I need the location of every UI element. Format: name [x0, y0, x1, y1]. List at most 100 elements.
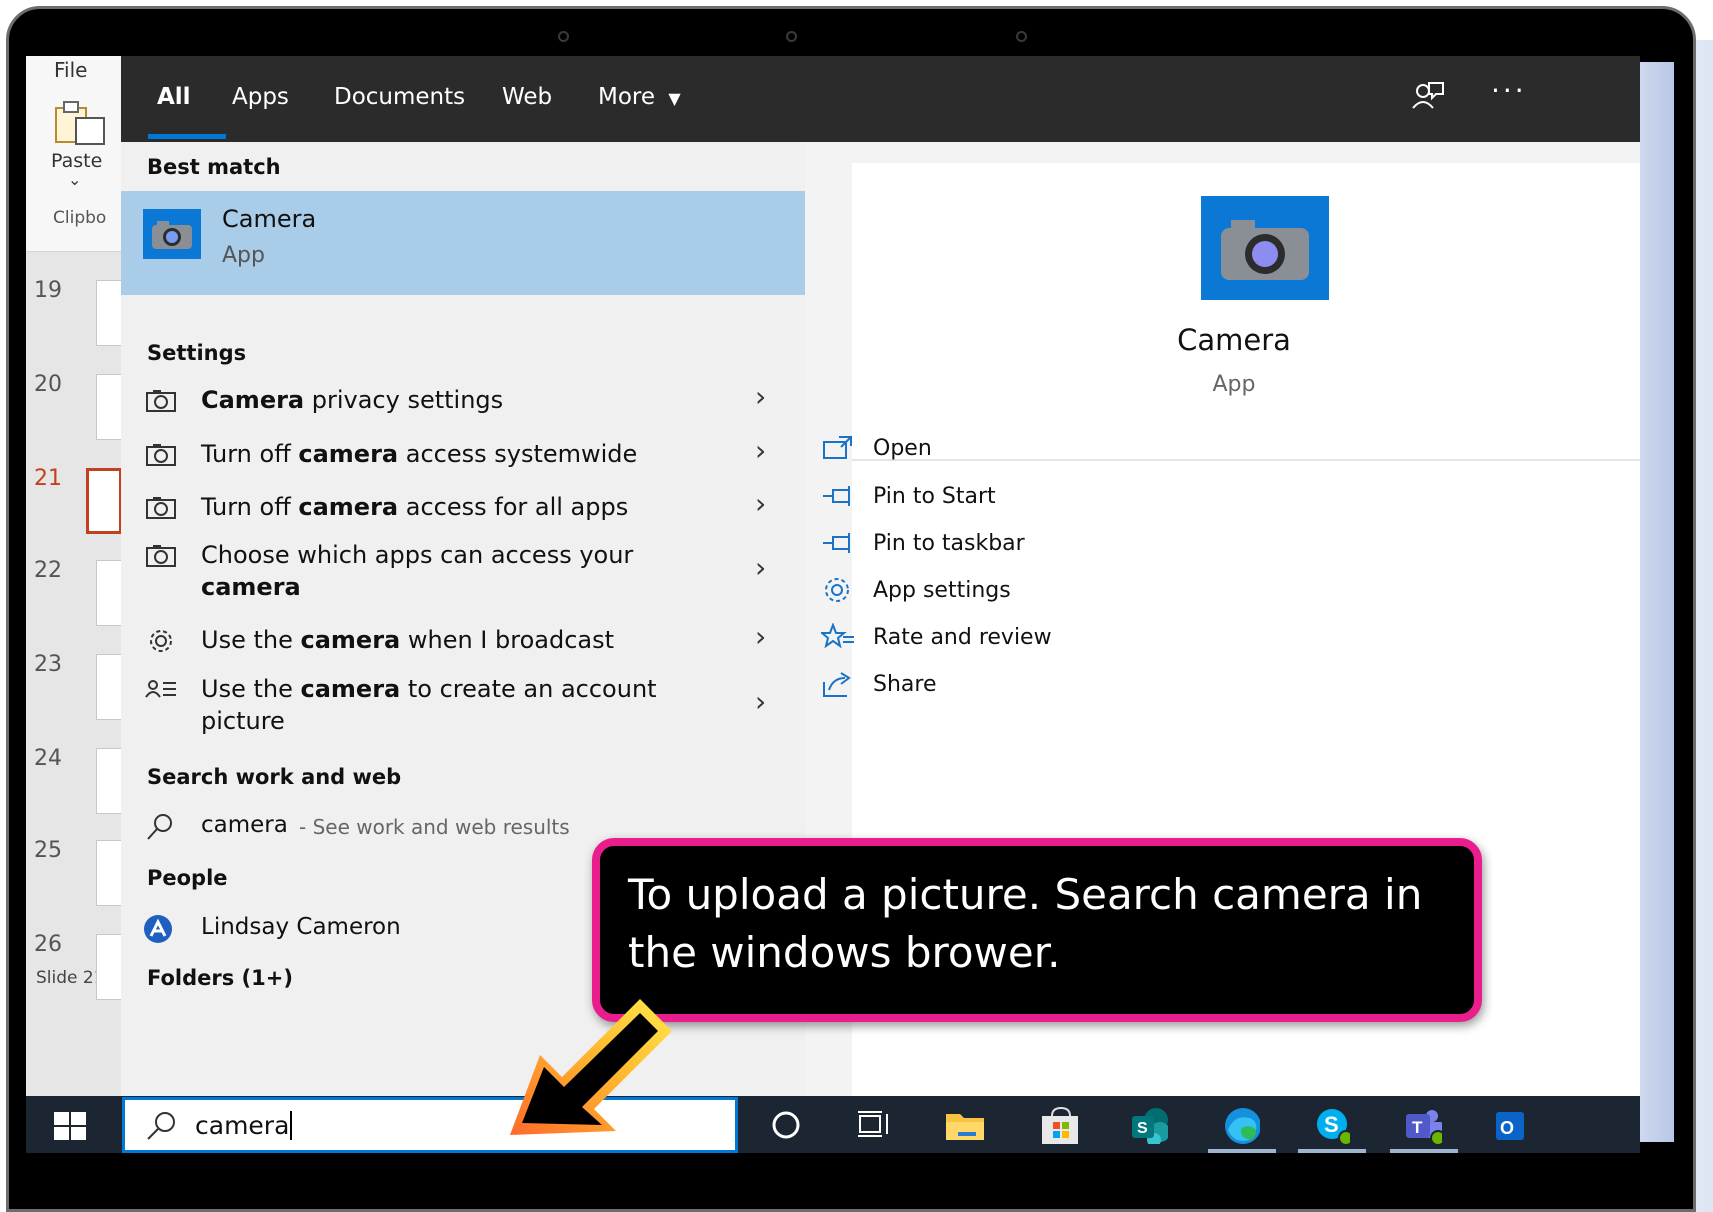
- detail-action-label: Share: [873, 672, 937, 697]
- search-web-heading: Search work and web: [147, 765, 402, 789]
- camera-dot-icon: [558, 31, 569, 42]
- edge-browser-icon[interactable]: [1220, 1106, 1260, 1144]
- camera-app-icon: [143, 209, 201, 259]
- settings-item[interactable]: Camera privacy settings ›: [121, 376, 805, 428]
- skype-icon[interactable]: S: [1310, 1106, 1350, 1144]
- settings-item[interactable]: Use the camera to create an account pict…: [121, 665, 805, 745]
- camera-outline-icon: [146, 444, 176, 466]
- more-options-icon[interactable]: ···: [1491, 74, 1527, 107]
- file-menu[interactable]: File: [54, 58, 87, 82]
- detail-action-item[interactable]: Rate and review: [821, 621, 1221, 661]
- best-match-title: Camera: [222, 205, 317, 233]
- label-part: access systemwide: [398, 440, 638, 468]
- camera-dot-icon: [786, 31, 797, 42]
- settings-item-label: Turn off camera access for all apps: [201, 491, 721, 523]
- people-heading: People: [147, 866, 228, 890]
- slide-status: Slide 21: [36, 968, 105, 988]
- chevron-right-icon: ›: [755, 434, 767, 467]
- tab-web[interactable]: Web: [502, 84, 552, 110]
- star-list-icon: [821, 623, 854, 649]
- slide-number: 22: [34, 558, 62, 583]
- label-part: Use the: [201, 626, 301, 654]
- search-tab-bar: All Apps Documents Web More ▼ ···: [121, 56, 1640, 142]
- label-part: Turn off: [201, 440, 299, 468]
- detail-action-label: Open: [873, 436, 932, 461]
- settings-item[interactable]: Use the camera when I broadcast ›: [121, 616, 805, 668]
- camera-dot-icon: [1016, 31, 1027, 42]
- detail-action-label: Pin to Start: [873, 484, 996, 509]
- tab-more[interactable]: More ▼: [598, 84, 681, 110]
- chevron-right-icon: ›: [755, 551, 767, 584]
- label-keyword: camera: [201, 573, 301, 601]
- settings-item-label: Camera privacy settings: [201, 384, 721, 416]
- paste-icon[interactable]: [54, 100, 110, 146]
- settings-item[interactable]: Turn off camera access for all apps ›: [121, 483, 805, 535]
- tab-documents[interactable]: Documents: [334, 84, 465, 110]
- slide-number: 23: [34, 652, 62, 677]
- label-part: Turn off: [201, 493, 299, 521]
- best-match-item[interactable]: Camera App: [121, 191, 805, 295]
- tab-more-label: More: [598, 84, 656, 110]
- label-part: privacy settings: [304, 386, 504, 414]
- label-keyword: camera: [298, 493, 399, 521]
- folders-heading[interactable]: Folders (1+): [147, 966, 293, 990]
- label-part: when I broadcast: [400, 626, 615, 654]
- feedback-icon[interactable]: [1411, 80, 1445, 114]
- detail-action-item[interactable]: App settings: [821, 574, 1221, 614]
- caret-down-icon: ▼: [668, 89, 681, 108]
- camera-outline-icon: [146, 545, 176, 567]
- label-keyword: camera: [300, 626, 401, 654]
- settings-item[interactable]: Turn off camera access systemwide ›: [121, 430, 805, 482]
- screen-edge: [1640, 62, 1674, 1142]
- svg-text:S: S: [1137, 1120, 1148, 1137]
- label-part: access for all apps: [398, 493, 629, 521]
- tab-apps[interactable]: Apps: [232, 84, 289, 110]
- settings-item-label: Choose which apps can access your camera: [201, 539, 721, 603]
- settings-item[interactable]: Choose which apps can access your camera…: [121, 531, 805, 611]
- sharepoint-icon[interactable]: S: [1128, 1106, 1168, 1144]
- open-window-icon: [823, 436, 852, 459]
- running-indicator: [1208, 1149, 1276, 1153]
- detail-action-item[interactable]: Pin to taskbar: [821, 527, 1221, 567]
- slide-thumbnail[interactable]: [86, 468, 122, 534]
- task-view-icon[interactable]: [854, 1106, 894, 1144]
- outlook-icon[interactable]: O: [1494, 1106, 1534, 1144]
- clipboard-group-label: Clipbo: [53, 208, 107, 228]
- windows-start-icon[interactable]: [54, 1112, 86, 1140]
- search-icon: [147, 814, 172, 840]
- slide-number: 20: [34, 372, 62, 397]
- cortana-icon[interactable]: [766, 1106, 806, 1144]
- teams-icon[interactable]: T: [1402, 1106, 1442, 1144]
- search-input[interactable]: camera: [195, 1111, 293, 1140]
- active-tab-indicator: [148, 134, 226, 139]
- svg-text:O: O: [1500, 1118, 1514, 1138]
- taskbar: camera S S T O: [26, 1096, 1640, 1153]
- microsoft-store-icon[interactable]: [1038, 1106, 1078, 1144]
- chevron-right-icon: ›: [755, 620, 767, 653]
- best-match-subtitle: App: [222, 243, 265, 268]
- share-icon: [823, 672, 851, 697]
- svg-text:T: T: [1412, 1118, 1423, 1137]
- detail-action-item[interactable]: Open: [821, 432, 1221, 472]
- camera-outline-icon: [146, 497, 176, 519]
- paste-label: Paste: [51, 150, 103, 172]
- camera-app-large-icon: [1201, 196, 1329, 300]
- slide-number: 19: [34, 278, 62, 303]
- chevron-right-icon: ›: [755, 487, 767, 520]
- running-indicator: [1390, 1149, 1458, 1153]
- label-keyword: camera: [300, 675, 401, 703]
- search-icon: [147, 1112, 175, 1140]
- tab-all[interactable]: All: [157, 84, 191, 110]
- callout-text: To upload a picture. Search camera in th…: [628, 870, 1423, 977]
- detail-action-item[interactable]: Pin to Start: [821, 480, 1221, 520]
- camera-outline-icon: [146, 390, 176, 412]
- slide-number: 21: [34, 466, 62, 491]
- detail-action-label: App settings: [873, 578, 1011, 603]
- slide-number: 24: [34, 746, 62, 771]
- pin-icon: [823, 486, 850, 506]
- file-explorer-icon[interactable]: [944, 1106, 984, 1144]
- detail-action-item[interactable]: Share: [821, 668, 1221, 708]
- chevron-down-icon[interactable]: ⌄: [68, 170, 81, 189]
- chevron-right-icon: ›: [755, 380, 767, 413]
- powerpoint-slide-strip: File Paste ⌄ Clipbo Slide 21 19 20 21 22 23 2…: [26, 56, 126, 1096]
